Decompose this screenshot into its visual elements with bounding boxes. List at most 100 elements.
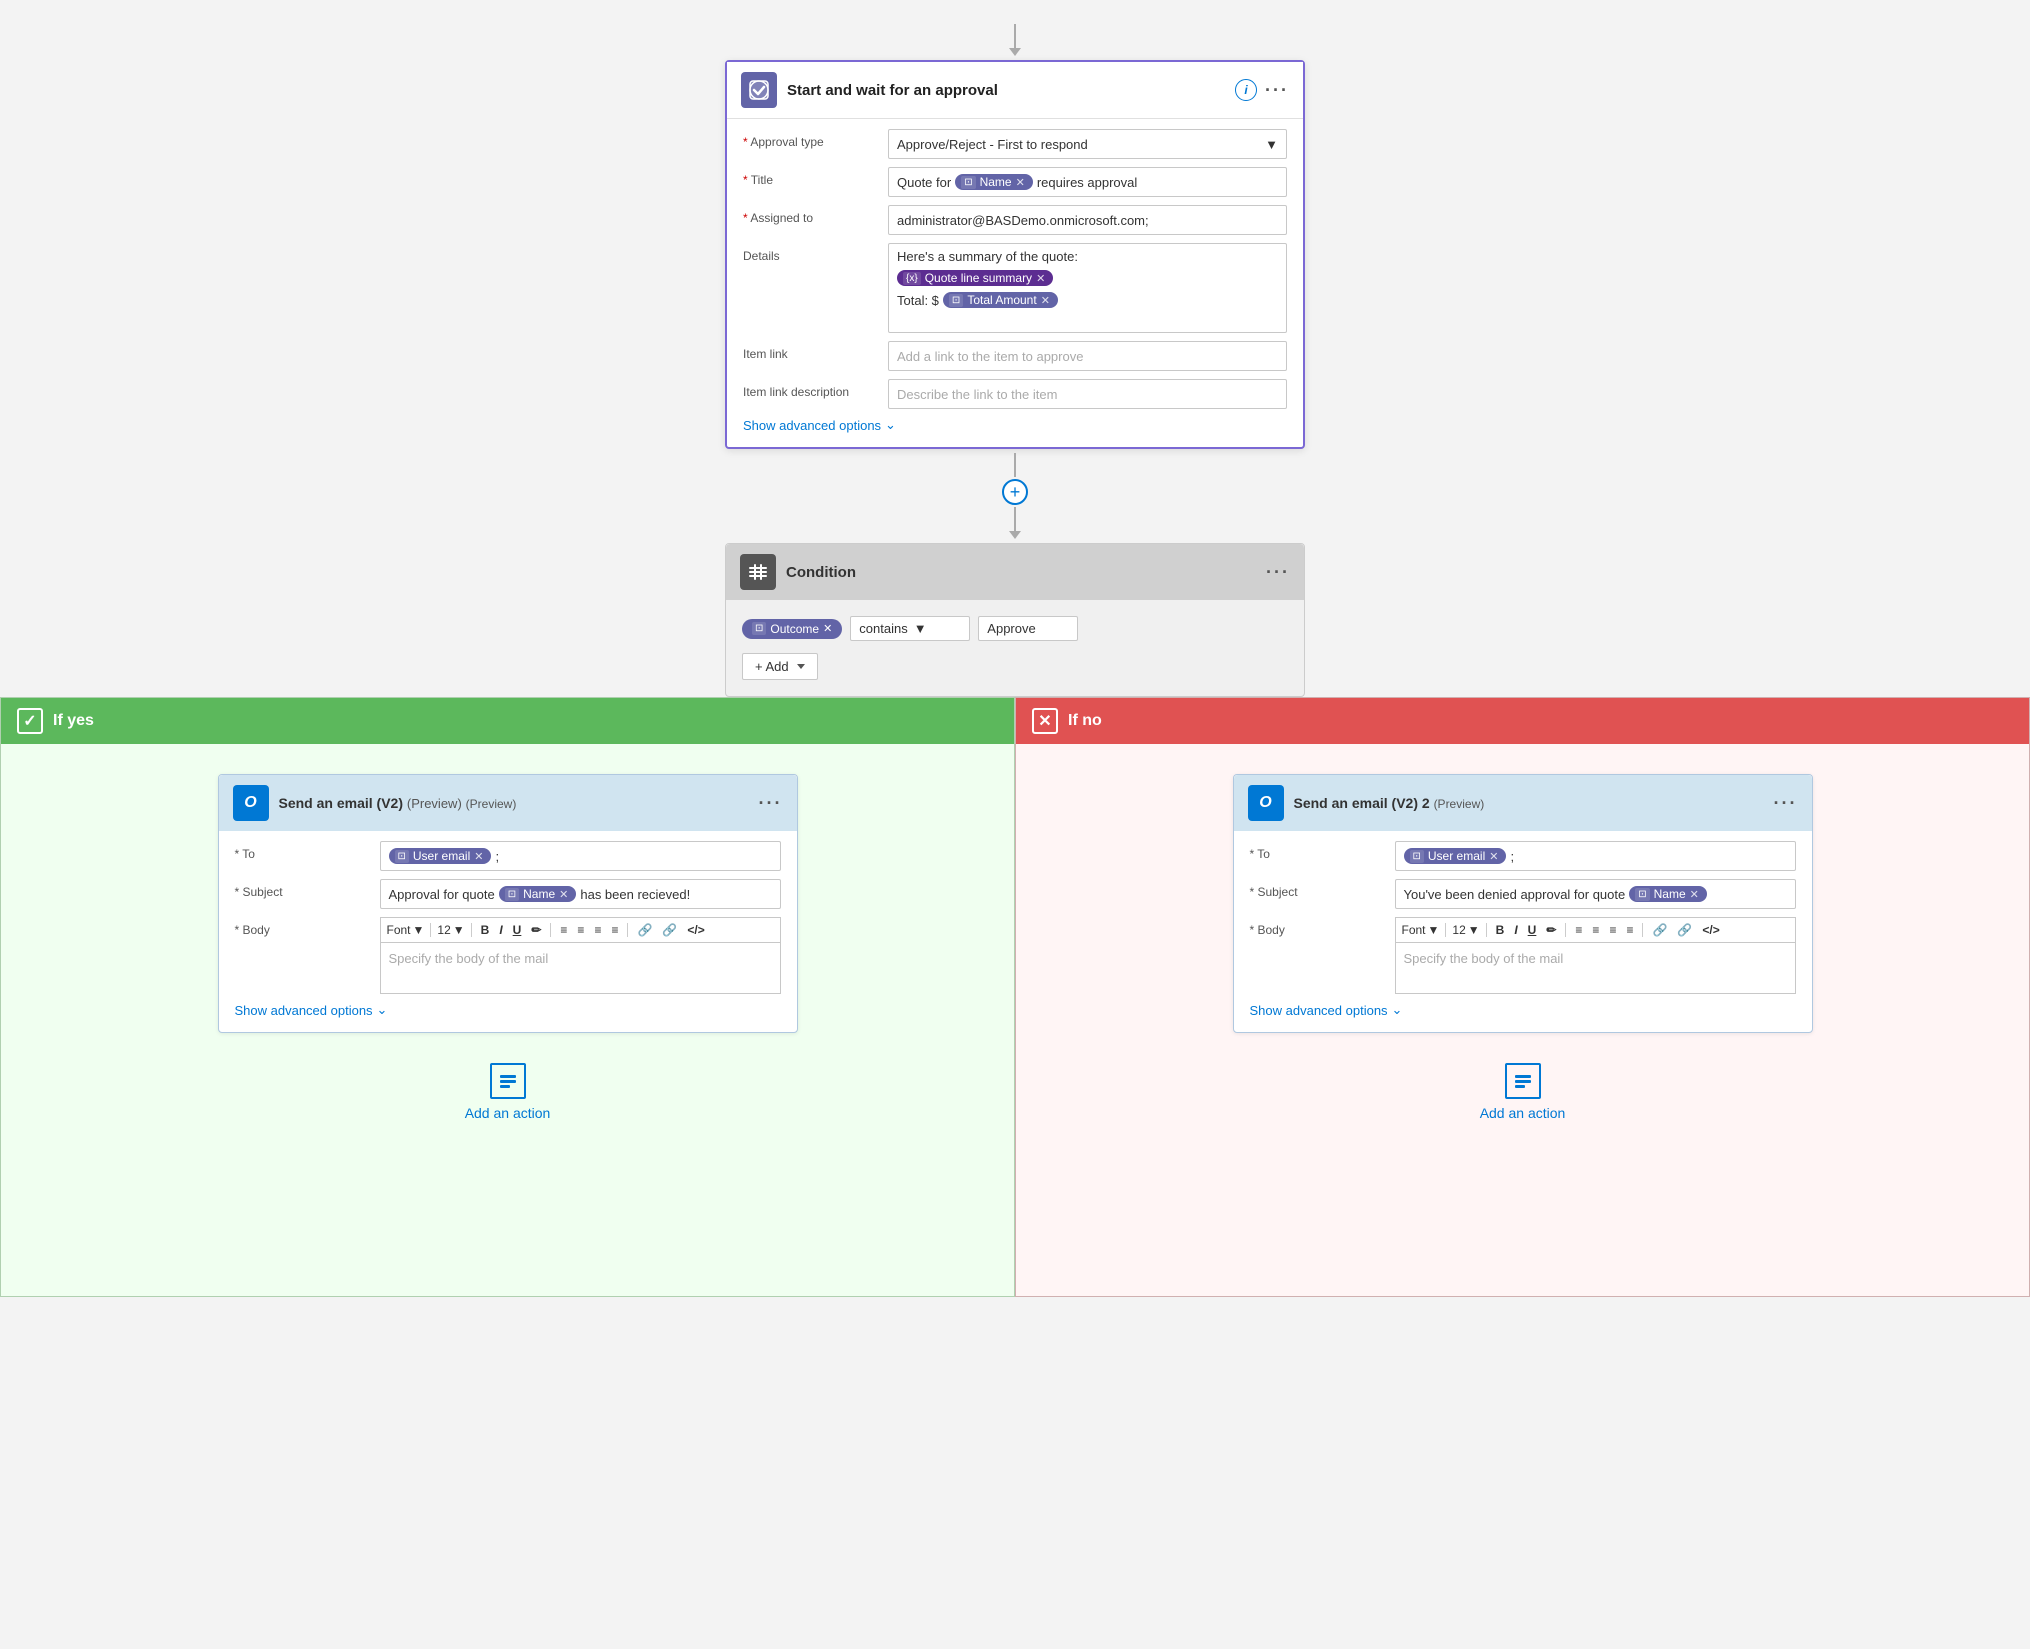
- token-close[interactable]: ✕: [1041, 294, 1050, 307]
- ol-btn-yes[interactable]: ≡: [574, 922, 587, 938]
- item-link-input[interactable]: Add a link to the item to approve: [888, 341, 1287, 371]
- font-size-select-yes[interactable]: 12 ▼: [437, 923, 464, 937]
- connector-arrow: [1009, 48, 1021, 56]
- add-action-icon-yes: [490, 1063, 526, 1099]
- email-show-advanced-yes[interactable]: Show advanced options ⌄: [235, 1002, 781, 1018]
- code-btn-no[interactable]: </>: [1699, 922, 1722, 938]
- email-body-area-yes[interactable]: Specify the body of the mail: [380, 942, 781, 994]
- outdent-btn-yes[interactable]: ≡: [608, 922, 621, 938]
- token-close[interactable]: ✕: [559, 888, 568, 901]
- approval-menu[interactable]: ···: [1265, 80, 1289, 101]
- unlink-btn-no[interactable]: 🔗: [1674, 922, 1695, 938]
- bold-btn-yes[interactable]: B: [478, 922, 493, 938]
- condition-menu[interactable]: ···: [1266, 562, 1290, 583]
- color-btn-no[interactable]: ✏: [1543, 922, 1559, 938]
- toolbar-sep: [1445, 923, 1446, 937]
- font-size-select-no[interactable]: 12 ▼: [1452, 923, 1479, 937]
- item-link-desc-placeholder: Describe the link to the item: [897, 387, 1057, 402]
- condition-value-input[interactable]: Approve: [978, 616, 1078, 641]
- font-select-yes[interactable]: Font ▼: [387, 923, 425, 937]
- font-select-no[interactable]: Font ▼: [1402, 923, 1440, 937]
- item-link-desc-input[interactable]: Describe the link to the item: [888, 379, 1287, 409]
- token-close[interactable]: ✕: [1016, 176, 1025, 189]
- add-action-no[interactable]: Add an action: [1480, 1063, 1566, 1121]
- branch-yes-label: If yes: [53, 712, 94, 730]
- ul-btn-yes[interactable]: ≡: [557, 922, 570, 938]
- indent-btn-no[interactable]: ≡: [1606, 922, 1619, 938]
- connector-line-3: [1014, 507, 1016, 531]
- condition-operator-select[interactable]: contains ▼: [850, 616, 970, 641]
- token-close[interactable]: ✕: [1489, 850, 1498, 863]
- ol-btn-no[interactable]: ≡: [1589, 922, 1602, 938]
- link-btn-yes[interactable]: 🔗: [634, 922, 655, 938]
- title-input[interactable]: Quote for ⊡ Name ✕ requires approval: [888, 167, 1287, 197]
- toolbar-sep3: [550, 923, 551, 937]
- add-condition-button[interactable]: + Add: [742, 653, 818, 680]
- info-icon[interactable]: i: [1235, 79, 1257, 101]
- color-btn-yes[interactable]: ✏: [528, 922, 544, 938]
- underline-btn-yes[interactable]: U: [510, 922, 525, 938]
- email-menu-yes[interactable]: ···: [759, 793, 783, 814]
- email-to-row-yes: * To ⊡ User email ✕ ;: [235, 841, 781, 871]
- approval-icon: [741, 72, 777, 108]
- email-subject-row-yes: * Subject Approval for quote ⊡ Name ✕ ha…: [235, 879, 781, 909]
- middle-connector: +: [1002, 453, 1028, 539]
- total-amount-token[interactable]: ⊡ Total Amount ✕: [943, 292, 1058, 308]
- email-show-advanced-no[interactable]: Show advanced options ⌄: [1250, 1002, 1796, 1018]
- details-input[interactable]: Here's a summary of the quote: {x} Quote…: [888, 243, 1287, 333]
- email-subject-row-no: * Subject You've been denied approval fo…: [1250, 879, 1796, 909]
- add-action-yes[interactable]: Add an action: [465, 1063, 551, 1121]
- toolbar-sep: [430, 923, 431, 937]
- toolbar-sep4: [1642, 923, 1643, 937]
- email-subject-input-no[interactable]: You've been denied approval for quote ⊡ …: [1395, 879, 1796, 909]
- name-token-title[interactable]: ⊡ Name ✕: [955, 174, 1033, 190]
- code-btn-yes[interactable]: </>: [684, 922, 707, 938]
- outcome-token[interactable]: ⊡ Outcome ✕: [742, 619, 842, 639]
- user-email-token-no[interactable]: ⊡ User email ✕: [1404, 848, 1507, 864]
- body-placeholder-yes: Specify the body of the mail: [389, 951, 549, 966]
- name-token-subject-yes[interactable]: ⊡ Name ✕: [499, 886, 577, 902]
- bold-btn-no[interactable]: B: [1493, 922, 1508, 938]
- underline-btn-no[interactable]: U: [1525, 922, 1540, 938]
- email-title-no: Send an email (V2) 2 (Preview): [1294, 795, 1774, 811]
- dropdown-chevron: ▼: [1265, 137, 1278, 152]
- email-to-input-no[interactable]: ⊡ User email ✕ ;: [1395, 841, 1796, 871]
- name-token-subject-no[interactable]: ⊡ Name ✕: [1629, 886, 1707, 902]
- italic-btn-no[interactable]: I: [1511, 922, 1520, 938]
- token-close[interactable]: ✕: [474, 850, 483, 863]
- link-btn-no[interactable]: 🔗: [1649, 922, 1670, 938]
- condition-card: Condition ··· ⊡ Outcome ✕ contains ▼ App…: [725, 543, 1305, 697]
- approval-show-advanced[interactable]: Show advanced options ⌄: [743, 417, 1287, 433]
- email-icon-no: O: [1248, 785, 1284, 821]
- token-close[interactable]: ✕: [1036, 272, 1045, 285]
- user-email-token-yes[interactable]: ⊡ User email ✕: [389, 848, 492, 864]
- indent-btn-yes[interactable]: ≡: [591, 922, 604, 938]
- token-icon-db2: ⊡: [949, 294, 963, 307]
- token-close[interactable]: ✕: [1690, 888, 1699, 901]
- branch-yes-header: ✓ If yes: [1, 698, 1014, 744]
- email-to-input-yes[interactable]: ⊡ User email ✕ ;: [380, 841, 781, 871]
- assigned-to-input[interactable]: administrator@BASDemo.onmicrosoft.com;: [888, 205, 1287, 235]
- outdent-btn-no[interactable]: ≡: [1623, 922, 1636, 938]
- connector-line: [1014, 24, 1016, 48]
- approval-type-label: * Approval type: [743, 129, 888, 149]
- outcome-close[interactable]: ✕: [823, 622, 832, 635]
- ul-btn-no[interactable]: ≡: [1572, 922, 1585, 938]
- unlink-btn-yes[interactable]: 🔗: [659, 922, 680, 938]
- email-subject-input-yes[interactable]: Approval for quote ⊡ Name ✕ has been rec…: [380, 879, 781, 909]
- add-step-button[interactable]: +: [1002, 479, 1028, 505]
- italic-btn-yes[interactable]: I: [496, 922, 505, 938]
- add-button-label: + Add: [755, 659, 789, 674]
- email-header-no: O Send an email (V2) 2 (Preview) ···: [1234, 775, 1812, 831]
- token-label: Name: [980, 175, 1012, 189]
- token-db-icon: ⊡: [1635, 888, 1649, 901]
- show-advanced-label: Show advanced options: [1250, 1003, 1388, 1018]
- email-body-area-no[interactable]: Specify the body of the mail: [1395, 942, 1796, 994]
- email-menu-no[interactable]: ···: [1774, 793, 1798, 814]
- approval-type-input[interactable]: Approve/Reject - First to respond ▼: [888, 129, 1287, 159]
- item-link-row: Item link Add a link to the item to appr…: [743, 341, 1287, 371]
- toolbar-sep2: [1486, 923, 1487, 937]
- quote-line-token[interactable]: {x} Quote line summary ✕: [897, 270, 1053, 286]
- email-toolbar-yes: Font ▼ 12 ▼ B: [380, 917, 781, 942]
- item-link-desc-row: Item link description Describe the link …: [743, 379, 1287, 409]
